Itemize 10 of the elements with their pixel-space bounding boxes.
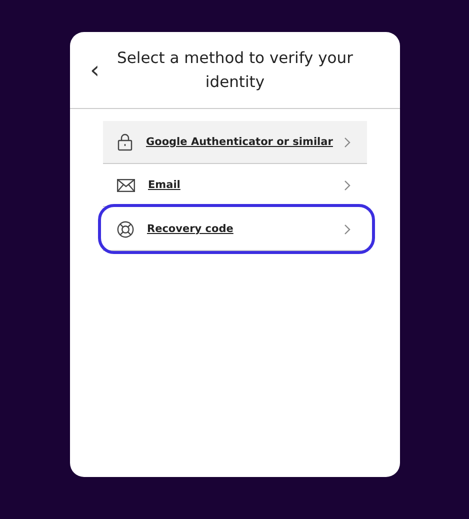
chevron-icon (344, 136, 351, 148)
chevron-icon (344, 224, 351, 234)
lifebuoy-icon (117, 220, 134, 238)
method-option[interactable]: Google Authenticator or similar (103, 121, 367, 164)
chevron-icon (344, 180, 351, 190)
envelope-icon (117, 178, 135, 192)
back-button[interactable]: ‹ (86, 56, 104, 84)
method-option[interactable]: Email (103, 164, 367, 207)
dialog-title: Select a method to verify your identity (116, 48, 354, 93)
lock-icon (117, 133, 133, 151)
